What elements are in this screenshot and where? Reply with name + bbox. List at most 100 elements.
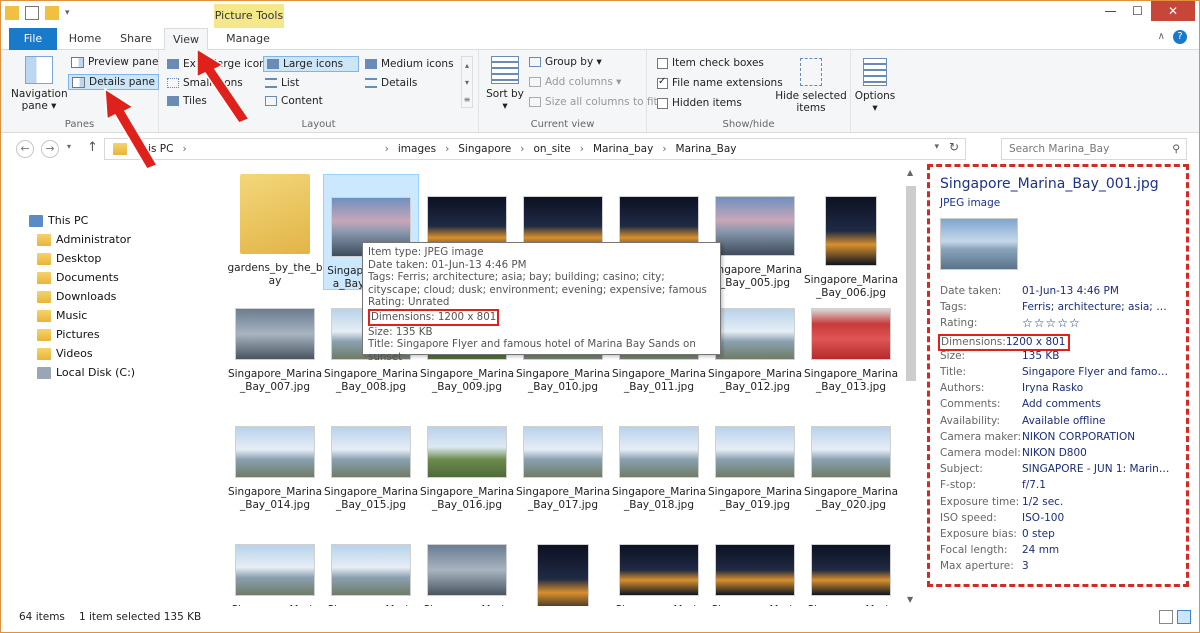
- maximize-button[interactable]: ☐: [1124, 1, 1151, 21]
- medium-icons-button[interactable]: Medium icons: [365, 58, 454, 70]
- file-item[interactable]: Singapore_Marina_Bay_019.jpg: [707, 410, 803, 512]
- file-item[interactable]: Singapore_Marina_Bay_012.jpg: [707, 292, 803, 394]
- file-name-label: Singapore_Marina_Bay_012.jpg: [707, 368, 803, 393]
- address-bar-row: ← → ▾ ↑ This PC › › images › Singapore › on…: [1, 134, 1199, 164]
- hide-selected-items-button[interactable]: Hide selected items: [775, 58, 847, 114]
- file-item[interactable]: Singapore_Marin: [419, 528, 515, 606]
- content-button[interactable]: Content: [265, 95, 323, 107]
- folder-icon: [37, 309, 51, 322]
- search-input[interactable]: Search Marina_Bay ⚲: [1001, 138, 1187, 160]
- breadcrumb-marina-bay[interactable]: Marina_bay: [593, 143, 653, 155]
- file-name-extensions-toggle[interactable]: File name extensions: [657, 76, 783, 89]
- file-item[interactable]: Singapore_Marina_Bay_014.jpg: [227, 410, 323, 512]
- scroll-down-icon[interactable]: ▼: [907, 595, 913, 604]
- tab-file[interactable]: File: [9, 28, 57, 50]
- breadcrumb-images[interactable]: images: [398, 143, 436, 155]
- layout-scroll-arrows[interactable]: ▴ ▾ ≡: [461, 56, 473, 108]
- file-item[interactable]: Singapore_Marin: [611, 528, 707, 606]
- refresh-icon[interactable]: ↻: [949, 140, 959, 154]
- file-item[interactable]: Singapore_Marin: [803, 528, 899, 606]
- property-value[interactable]: Ferris; architecture; asia; bay; ...: [1022, 301, 1172, 314]
- properties-icon[interactable]: [25, 6, 39, 20]
- size-all-columns-button[interactable]: Size all columns to fit: [529, 96, 658, 108]
- nav-item-documents[interactable]: Documents: [37, 271, 119, 284]
- navigation-pane: This PC Administrator Desktop Documents Down…: [1, 166, 211, 606]
- recent-locations-icon[interactable]: ▾: [67, 142, 71, 151]
- search-icon[interactable]: ⚲: [1172, 139, 1180, 159]
- sort-by-button[interactable]: Sort by ▾: [485, 56, 525, 112]
- qat-dropdown-icon[interactable]: ▾: [65, 8, 70, 18]
- scroll-up-icon[interactable]: ▲: [907, 168, 913, 177]
- property-label: Date taken:: [940, 285, 1002, 297]
- property-value[interactable]: Singapore Flyer and famous ...: [1022, 366, 1172, 379]
- image-thumbnail: [235, 426, 315, 478]
- property-value[interactable]: Add comments: [1022, 398, 1172, 411]
- file-item[interactable]: Singapore_Marin: [227, 528, 323, 606]
- property-value[interactable]: ☆☆☆☆☆: [1022, 317, 1172, 330]
- file-item[interactable]: Singapore_Marina_Bay_018.jpg: [611, 410, 707, 512]
- tab-share[interactable]: Share: [114, 28, 158, 50]
- size-columns-icon: [529, 97, 541, 107]
- image-thumbnail: [811, 426, 891, 478]
- scrollbar-thumb[interactable]: [906, 186, 916, 381]
- close-button[interactable]: ✕: [1151, 1, 1195, 21]
- file-item[interactable]: Singapore_Marina_Bay_016.jpg: [419, 410, 515, 512]
- image-thumbnail: [715, 308, 795, 360]
- details-view-button[interactable]: Details: [365, 77, 417, 89]
- details-view-icon[interactable]: [1159, 610, 1173, 624]
- nav-item-pictures[interactable]: Pictures: [37, 328, 100, 341]
- nav-item-administrator[interactable]: Administrator: [37, 233, 131, 246]
- image-thumbnail: [427, 426, 507, 478]
- property-value: NIKON D800: [1022, 447, 1087, 459]
- file-item[interactable]: Singapore_Marina_Bay_013.jpg: [803, 292, 899, 394]
- file-item[interactable]: Singapore_Marin: [707, 528, 803, 606]
- back-button[interactable]: ←: [16, 140, 34, 158]
- large-icons-view-icon[interactable]: [1177, 610, 1191, 624]
- nav-item-music[interactable]: Music: [37, 309, 87, 322]
- hidden-items-toggle[interactable]: Hidden items: [657, 97, 742, 109]
- address-dropdown-icon[interactable]: ▾: [934, 142, 939, 152]
- minimize-button[interactable]: —: [1097, 1, 1124, 21]
- tab-home[interactable]: Home: [63, 28, 107, 50]
- file-item[interactable]: Singapore_Marina_Bay_005.jpg: [707, 174, 803, 290]
- breadcrumb-on-site[interactable]: on_site: [533, 143, 570, 155]
- nav-item-label: This PC: [48, 214, 89, 227]
- large-icons-button[interactable]: Large icons: [263, 56, 359, 72]
- item-check-boxes-toggle[interactable]: Item check boxes: [657, 57, 764, 69]
- file-item[interactable]: Singapore_Marina_Bay_007.jpg: [227, 292, 323, 394]
- nav-item-downloads[interactable]: Downloads: [37, 290, 116, 303]
- nav-item-videos[interactable]: Videos: [37, 347, 93, 360]
- checkbox-icon: [657, 97, 668, 109]
- breadcrumb-singapore[interactable]: Singapore: [458, 143, 511, 155]
- preview-pane-button[interactable]: Preview pane: [71, 56, 158, 68]
- nav-item-desktop[interactable]: Desktop: [37, 252, 101, 265]
- file-item[interactable]: Singapore_Marin: [515, 528, 611, 606]
- content-icon: [265, 96, 277, 106]
- computer-icon: [29, 214, 43, 227]
- folder-item[interactable]: gardens_by_the_bay: [227, 174, 323, 288]
- group-by-button[interactable]: Group by ▾: [529, 56, 602, 68]
- file-name-label: Singapore_Marina_Bay_017.jpg: [515, 486, 611, 511]
- help-icon[interactable]: ?: [1173, 30, 1187, 44]
- grid-icon: [267, 59, 279, 69]
- file-item[interactable]: Singapore_Marina_Bay_006.jpg: [803, 174, 899, 300]
- add-columns-button[interactable]: Add columns ▾: [529, 76, 621, 88]
- property-tags: Tags: Ferris; architecture; asia; bay; ..…: [940, 301, 1178, 314]
- breadcrumb-marina-bay-current[interactable]: Marina_Bay: [676, 143, 737, 155]
- new-folder-icon[interactable]: [45, 6, 59, 20]
- image-thumbnail: [715, 426, 795, 478]
- property-focal-length: Focal length: 24 mm: [940, 544, 1178, 557]
- nav-item-local-disk-c[interactable]: Local Disk (C:): [37, 366, 135, 379]
- file-item[interactable]: Singapore_Marina_Bay_015.jpg: [323, 410, 419, 512]
- file-item[interactable]: Singapore_Marina_Bay_020.jpg: [803, 410, 899, 512]
- nav-item-this-pc[interactable]: This PC: [29, 214, 88, 227]
- forward-button[interactable]: →: [41, 140, 59, 158]
- address-box[interactable]: This PC › › images › Singapore › on_site › M…: [104, 138, 966, 160]
- file-item[interactable]: Singapore_Marin: [323, 528, 419, 606]
- vertical-scrollbar[interactable]: ▲ ▼: [904, 166, 918, 606]
- options-button[interactable]: Options ▾: [853, 58, 897, 114]
- file-item[interactable]: Singapore_Marina_Bay_017.jpg: [515, 410, 611, 512]
- collapse-ribbon-icon[interactable]: ∧: [1158, 31, 1165, 42]
- list-button[interactable]: List: [265, 77, 299, 89]
- navigation-pane-button[interactable]: Navigation pane ▾: [11, 56, 68, 112]
